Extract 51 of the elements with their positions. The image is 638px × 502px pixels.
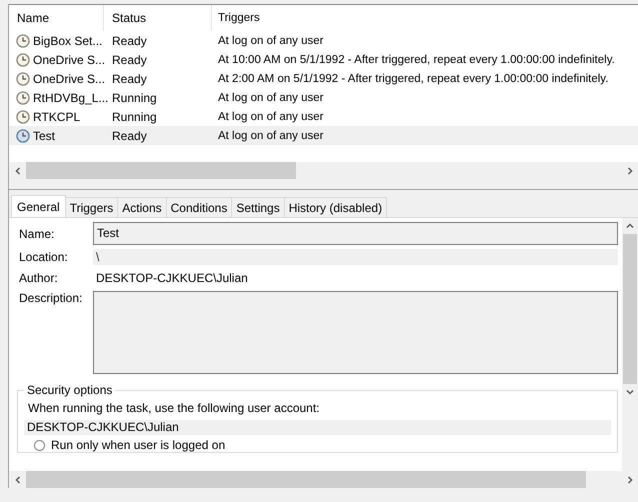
account-field[interactable]: DESKTOP-CJKKUEC\Julian — [24, 420, 611, 435]
task-status: Running — [111, 110, 158, 124]
location-field[interactable]: \ — [93, 249, 618, 265]
field-label: Name: — [19, 226, 56, 240]
field-label: Author: — [19, 271, 59, 285]
tab[interactable]: Settings — [231, 197, 285, 217]
tab[interactable]: Triggers — [64, 197, 118, 217]
task-trigger: At log on of any user — [217, 34, 324, 46]
task-row[interactable]: OneDrive S... Ready At 10:00 AM on 5/1/1992 - After triggered, repeat every 1.00:00:00 indefinitely. — [9, 50, 638, 69]
clock-icon — [16, 72, 30, 86]
tab[interactable]: History (disabled) — [284, 197, 388, 217]
clock-icon — [16, 52, 30, 66]
task-name: BigBox Set... — [33, 34, 102, 48]
task-row[interactable]: OneDrive S... Ready At 2:00 AM on 5/1/1992 - After triggered, repeat every 1.00:00:00 indefinitely. — [9, 69, 638, 88]
vertical-scrollbar[interactable] — [622, 218, 638, 471]
task-name: Test — [33, 128, 56, 142]
tab[interactable]: General — [11, 195, 66, 217]
task-status: Ready — [111, 72, 148, 86]
field-label: Description: — [19, 291, 84, 305]
clock-icon — [16, 128, 30, 142]
horizontal-scrollbar[interactable] — [9, 162, 638, 179]
column-header[interactable]: Name — [9, 5, 104, 31]
author-field[interactable]: DESKTOP-CJKKUEC\Julian — [93, 269, 618, 287]
task-trigger: At log on of any user — [217, 110, 324, 122]
task-trigger: At log on of any user — [217, 130, 324, 142]
field-label: Location: — [19, 250, 69, 264]
task-status: Ready — [111, 52, 148, 66]
task-status: Ready — [111, 128, 148, 142]
task-name: OneDrive S... — [33, 72, 106, 86]
task-name: RTKCPL — [33, 110, 80, 124]
radio-label: Run only when user is logged on — [51, 438, 226, 452]
task-row[interactable]: Test Ready At log on of any user — [9, 126, 638, 145]
name-field[interactable]: Test — [93, 222, 618, 245]
task-name: OneDrive S... — [33, 52, 106, 66]
clock-icon — [16, 110, 30, 124]
task-trigger: At 10:00 AM on 5/1/1992 - After triggered, repeat every 1.00:00:00 indefinitely. — [217, 54, 616, 66]
task-row[interactable]: BigBox Set... Ready At log on of any user — [9, 31, 638, 50]
clock-icon — [16, 90, 30, 104]
task-row[interactable]: RtHDVBg_L... Running At log on of any user — [9, 88, 638, 107]
column-header[interactable]: Triggers — [212, 5, 638, 31]
account-prompt: When running the task, use the following user account: — [28, 401, 321, 415]
task-name: RtHDVBg_L... — [33, 90, 108, 104]
task-status: Ready — [111, 34, 148, 48]
description-field[interactable] — [93, 291, 618, 374]
radio-button[interactable] — [34, 440, 45, 450]
task-row[interactable]: RTKCPL Running At log on of any user — [9, 107, 638, 126]
column-header[interactable]: Status — [104, 5, 212, 31]
group-title: Security options — [24, 383, 116, 397]
task-trigger: At log on of any user — [217, 92, 324, 104]
task-trigger: At 2:00 AM on 5/1/1992 - After triggered, repeat every 1.00:00:00 indefinitely. — [217, 72, 610, 84]
clock-icon — [16, 34, 30, 48]
